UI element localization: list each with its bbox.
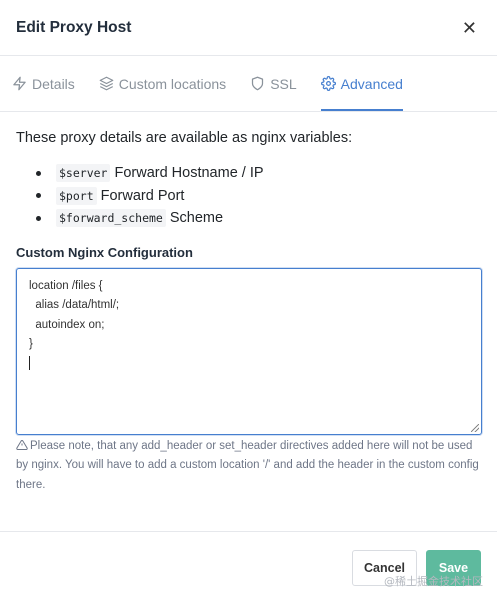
advanced-panel: These proxy details are available as ngi…	[0, 112, 497, 495]
variable-code: $server	[56, 164, 111, 183]
gear-icon	[320, 76, 336, 91]
shield-icon	[252, 76, 264, 91]
tab-custom-locations[interactable]: Custom locations	[99, 56, 226, 111]
layers-icon	[99, 76, 114, 91]
modal-title: Edit Proxy Host	[16, 18, 132, 36]
tab-details[interactable]: Details	[12, 56, 75, 111]
resize-handle[interactable]	[471, 423, 479, 432]
nginx-config-value: location /files { alias /data/html/; aut…	[29, 279, 120, 351]
config-label: Custom Nginx Configuration	[16, 244, 193, 260]
modal-footer: Cancel Save @稀土掘金技术社区	[0, 531, 497, 601]
warning-icon	[16, 439, 28, 450]
modal-header: Edit Proxy Host ✕	[0, 0, 497, 56]
config-note: Please note, that any add_header or set_…	[16, 437, 481, 496]
variable-description: Scheme	[169, 210, 224, 227]
tab-ssl[interactable]: SSL	[250, 56, 297, 111]
variable-description: Forward Port	[100, 187, 185, 204]
variable-description: Forward Hostname / IP	[114, 165, 264, 182]
watermark: @稀土掘金技术社区	[384, 575, 483, 588]
tab-advanced-label: Advanced	[340, 75, 403, 92]
variable-code: $port	[56, 186, 97, 205]
tab-custom-locations-label: Custom locations	[118, 75, 227, 92]
variable-item: $forward_scheme Scheme	[36, 207, 481, 230]
variables-intro: These proxy details are available as ngi…	[16, 130, 353, 146]
close-icon[interactable]: ✕	[458, 15, 481, 41]
config-note-text: Please note, that any add_header or set_…	[16, 439, 479, 491]
edit-proxy-host-modal: Edit Proxy Host ✕ Details Custom locatio…	[0, 0, 497, 601]
variable-code: $forward_scheme	[56, 209, 166, 228]
variable-item: $port Forward Port	[36, 185, 481, 208]
tab-details-label: Details	[32, 75, 75, 92]
tab-ssl-label: SSL	[270, 75, 297, 92]
nginx-config-textarea[interactable]: location /files { alias /data/html/; aut…	[16, 267, 482, 435]
lightning-icon	[13, 76, 26, 91]
text-caret	[29, 356, 30, 371]
variable-item: $server Forward Hostname / IP	[36, 162, 481, 185]
tab-advanced[interactable]: Advanced	[320, 56, 403, 111]
tab-bar: Details Custom locations SSL Advanced	[0, 56, 497, 112]
variables-list: $server Forward Hostname / IP $port Forw…	[16, 162, 481, 230]
